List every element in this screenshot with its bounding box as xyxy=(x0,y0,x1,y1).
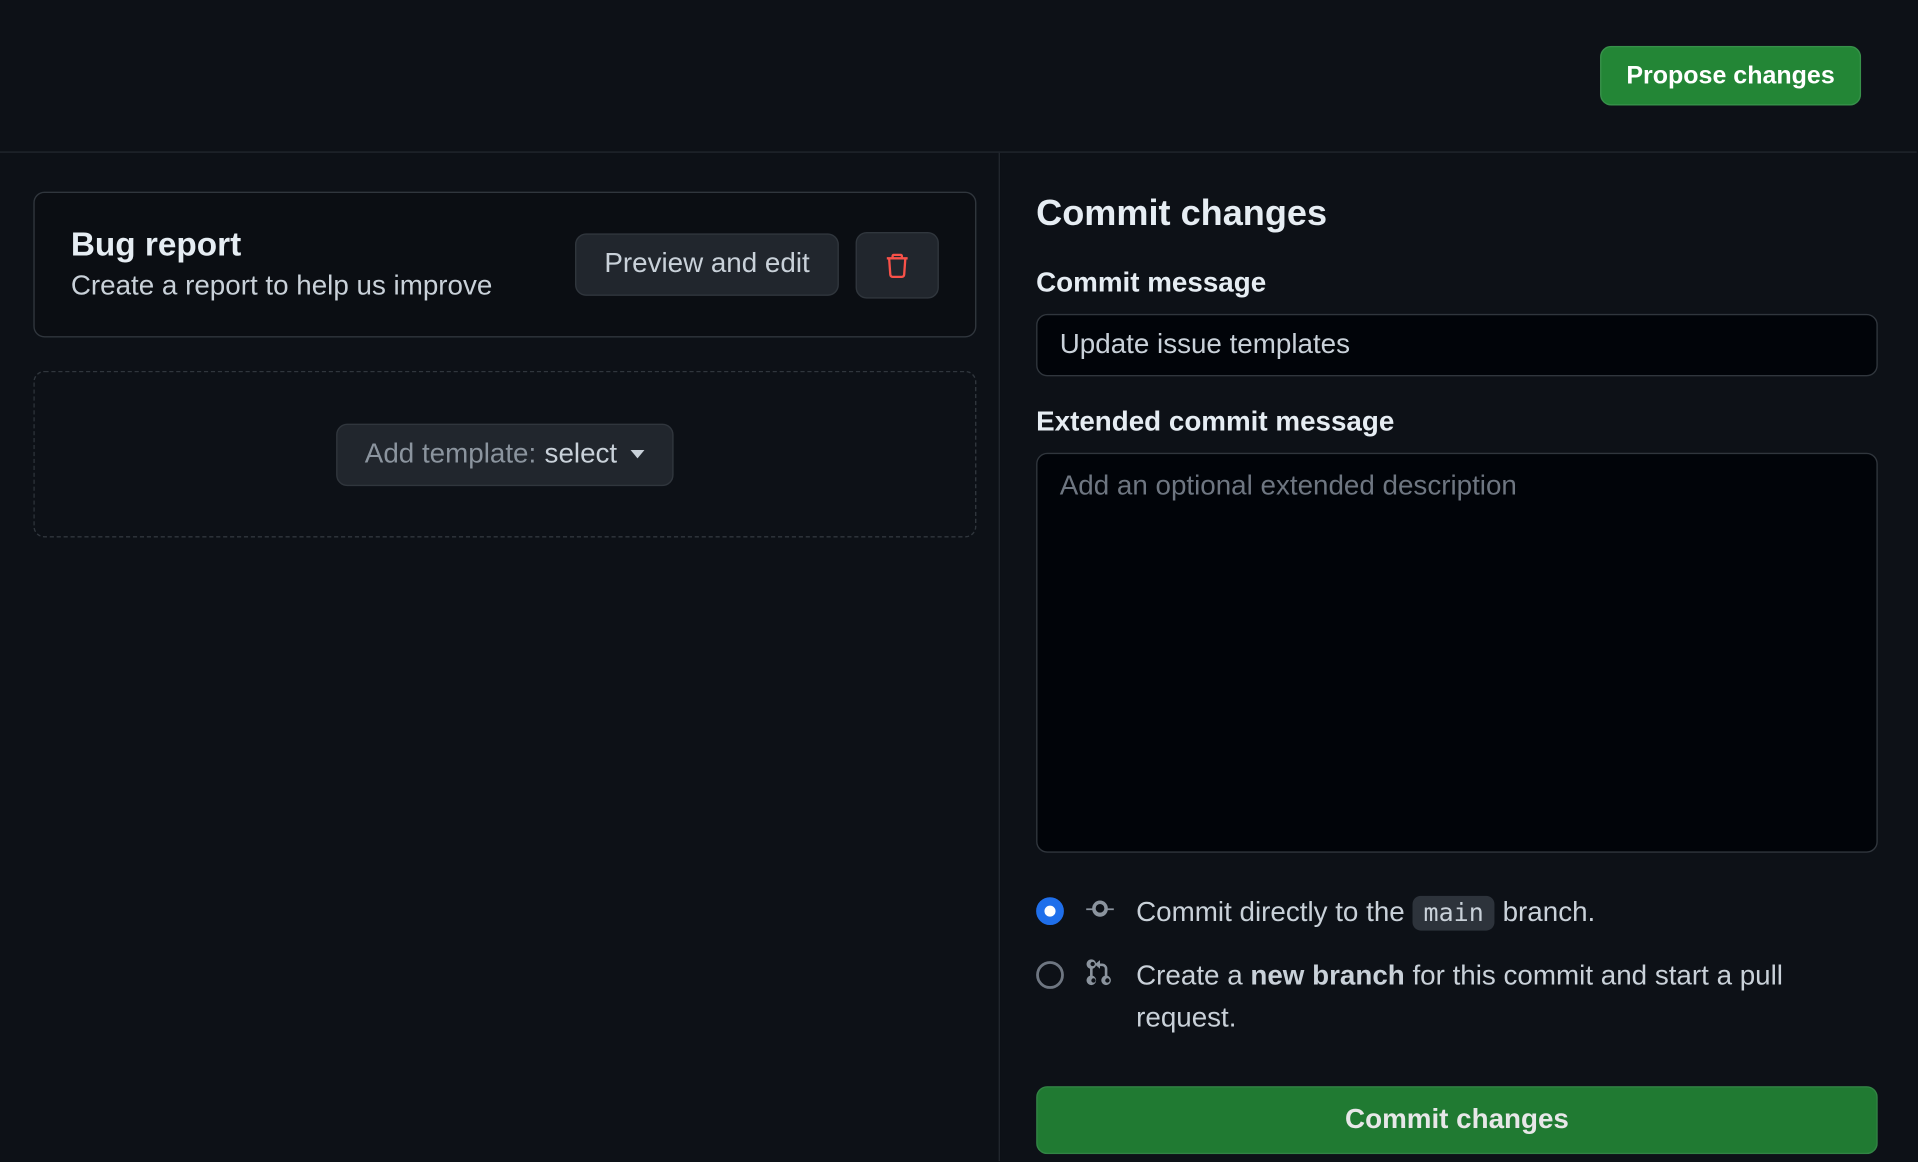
commit-heading: Commit changes xyxy=(1036,192,1878,235)
git-commit-icon xyxy=(1086,894,1114,922)
topbar: Propose changes xyxy=(0,0,1917,153)
add-template-box: Add template: select xyxy=(33,371,976,538)
commit-direct-radio[interactable] xyxy=(1036,897,1064,925)
trash-icon xyxy=(883,249,911,280)
template-title: Bug report xyxy=(71,226,493,265)
commit-changes-button[interactable]: Commit changes xyxy=(1036,1086,1878,1154)
propose-changes-button[interactable]: Propose changes xyxy=(1600,46,1861,106)
preview-edit-button[interactable]: Preview and edit xyxy=(575,233,839,296)
delete-template-button[interactable] xyxy=(856,231,939,298)
extended-description-textarea[interactable] xyxy=(1036,453,1878,853)
commit-message-label: Commit message xyxy=(1036,268,1878,300)
add-template-prefix: Add template: xyxy=(365,438,536,470)
commit-message-input[interactable] xyxy=(1036,314,1878,377)
commit-direct-text: Commit directly to the main branch. xyxy=(1136,892,1878,934)
template-card: Bug report Create a report to help us im… xyxy=(33,192,976,338)
commit-direct-option[interactable]: Commit directly to the main branch. xyxy=(1036,892,1878,934)
commit-new-branch-radio[interactable] xyxy=(1036,961,1064,989)
commit-new-branch-text: Create a new branch for this commit and … xyxy=(1136,956,1878,1039)
template-description: Create a report to help us improve xyxy=(71,271,493,303)
commit-new-branch-option[interactable]: Create a new branch for this commit and … xyxy=(1036,956,1878,1039)
templates-panel: Bug report Create a report to help us im… xyxy=(0,153,1000,1161)
template-info: Bug report Create a report to help us im… xyxy=(71,226,493,302)
commit-panel: Commit changes Commit message Extended c… xyxy=(1000,153,1917,1161)
extended-message-label: Extended commit message xyxy=(1036,407,1878,439)
add-template-value: select xyxy=(545,438,618,470)
add-template-select[interactable]: Add template: select xyxy=(336,423,674,486)
chevron-down-icon xyxy=(631,450,645,458)
git-pull-request-icon xyxy=(1086,958,1114,986)
